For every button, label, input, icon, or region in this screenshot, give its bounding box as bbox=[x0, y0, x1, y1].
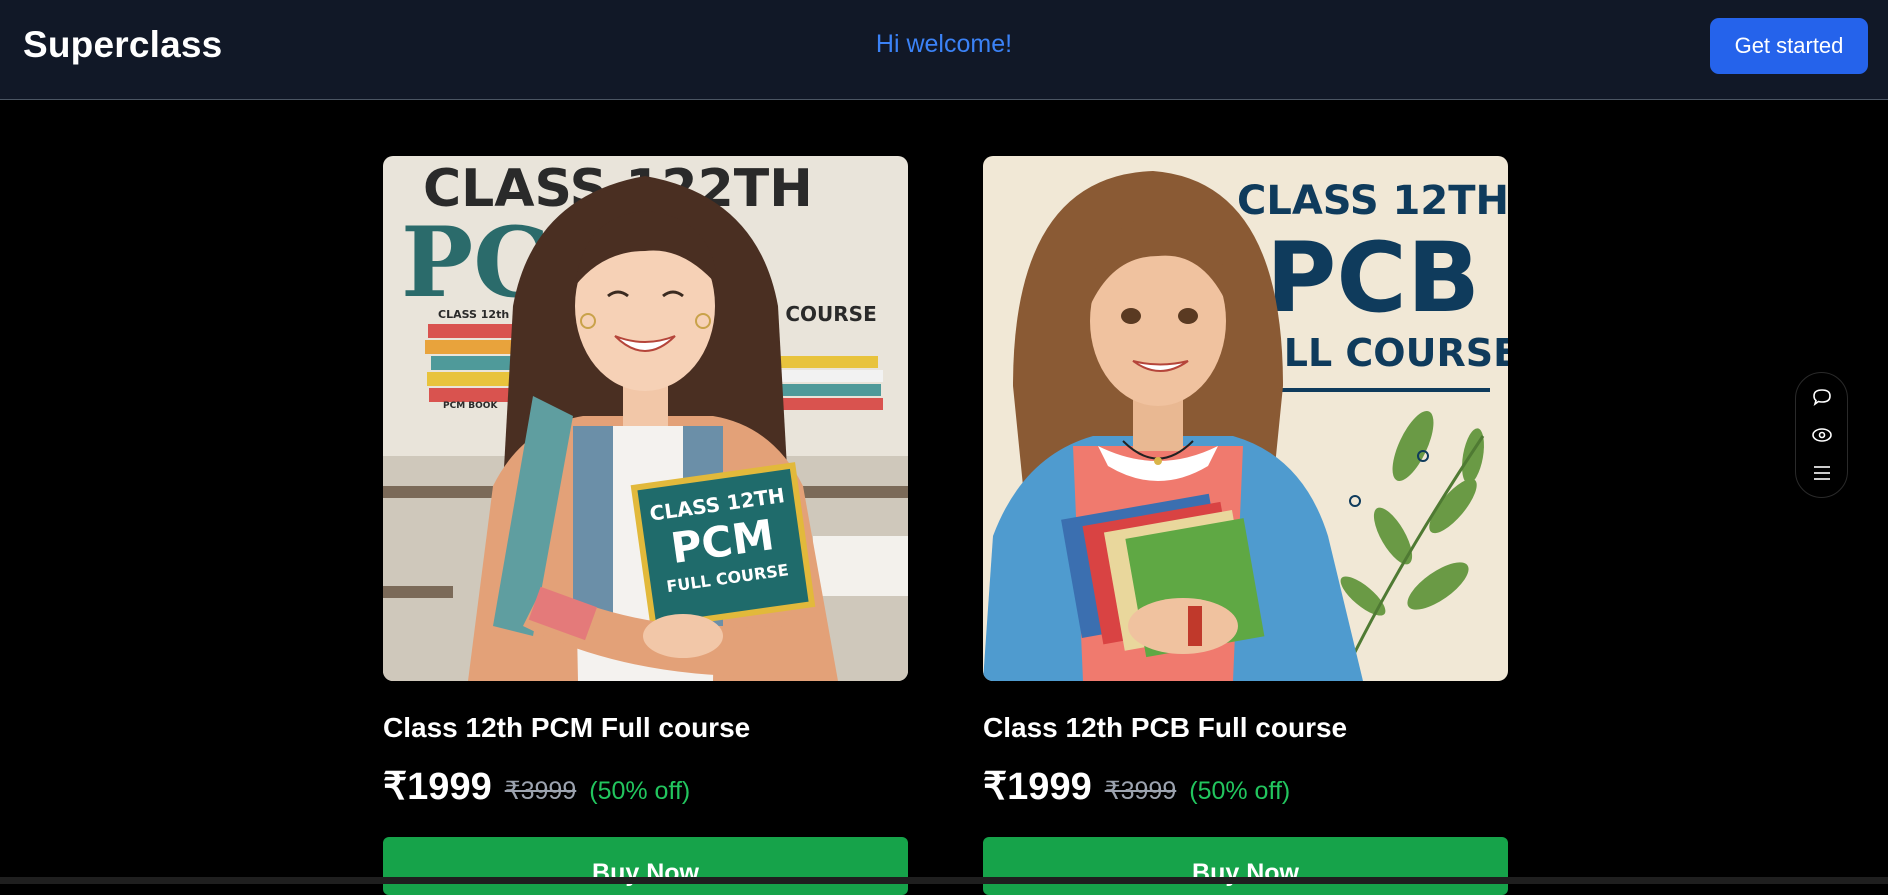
get-started-button[interactable]: Get started bbox=[1710, 18, 1868, 74]
price-row: ₹1999 ₹3999 (50% off) bbox=[983, 764, 1290, 809]
course-title: Class 12th PCB Full course bbox=[983, 712, 1348, 743]
original-price: ₹3999 bbox=[504, 777, 577, 805]
current-price: ₹1999 bbox=[983, 766, 1092, 808]
comment-icon[interactable] bbox=[1810, 385, 1834, 409]
discount-label: (50% off) bbox=[1189, 777, 1291, 805]
current-price: ₹1999 bbox=[383, 766, 492, 808]
course-title: Class 12th PCM Full course bbox=[383, 712, 751, 743]
pcm-course-illustration: CLASS 122TH PCM FULL COURSE CLASS 12th P… bbox=[383, 156, 908, 681]
course-thumbnail-pcm[interactable]: CLASS 122TH PCM FULL COURSE CLASS 12th P… bbox=[383, 156, 908, 681]
menu-icon[interactable] bbox=[1810, 461, 1834, 485]
buy-now-button[interactable]: Buy Now bbox=[983, 837, 1508, 895]
floating-side-toolbar bbox=[1795, 372, 1848, 498]
svg-text:PCM BOOK: PCM BOOK bbox=[443, 401, 498, 411]
pcb-course-illustration: CLASS 12TH PCB FULL COURSE bbox=[983, 156, 1508, 681]
course-card-pcm: CLASS 122TH PCM FULL COURSE CLASS 12th P… bbox=[383, 156, 908, 895]
course-thumbnail-pcb[interactable]: CLASS 12TH PCB FULL COURSE bbox=[983, 156, 1508, 681]
svg-text:CLASS 12th: CLASS 12th bbox=[438, 308, 509, 321]
eye-icon[interactable] bbox=[1810, 423, 1834, 447]
buy-now-button[interactable]: Buy Now bbox=[383, 837, 908, 895]
site-logo[interactable]: Superclass bbox=[23, 24, 222, 66]
discount-label: (50% off) bbox=[589, 777, 691, 805]
original-price: ₹3999 bbox=[1104, 777, 1177, 805]
course-card-pcb: CLASS 12TH PCB FULL COURSE Class 12th PC… bbox=[983, 156, 1508, 895]
top-navbar: Superclass Hi welcome! Get started bbox=[0, 0, 1888, 100]
price-row: ₹1999 ₹3999 (50% off) bbox=[383, 764, 690, 809]
welcome-message: Hi welcome! bbox=[875, 30, 1013, 58]
svg-text:PCB: PCB bbox=[1266, 222, 1480, 334]
svg-text:CLASS 12TH: CLASS 12TH bbox=[1237, 178, 1508, 224]
bottom-edge-strip bbox=[0, 877, 1888, 884]
